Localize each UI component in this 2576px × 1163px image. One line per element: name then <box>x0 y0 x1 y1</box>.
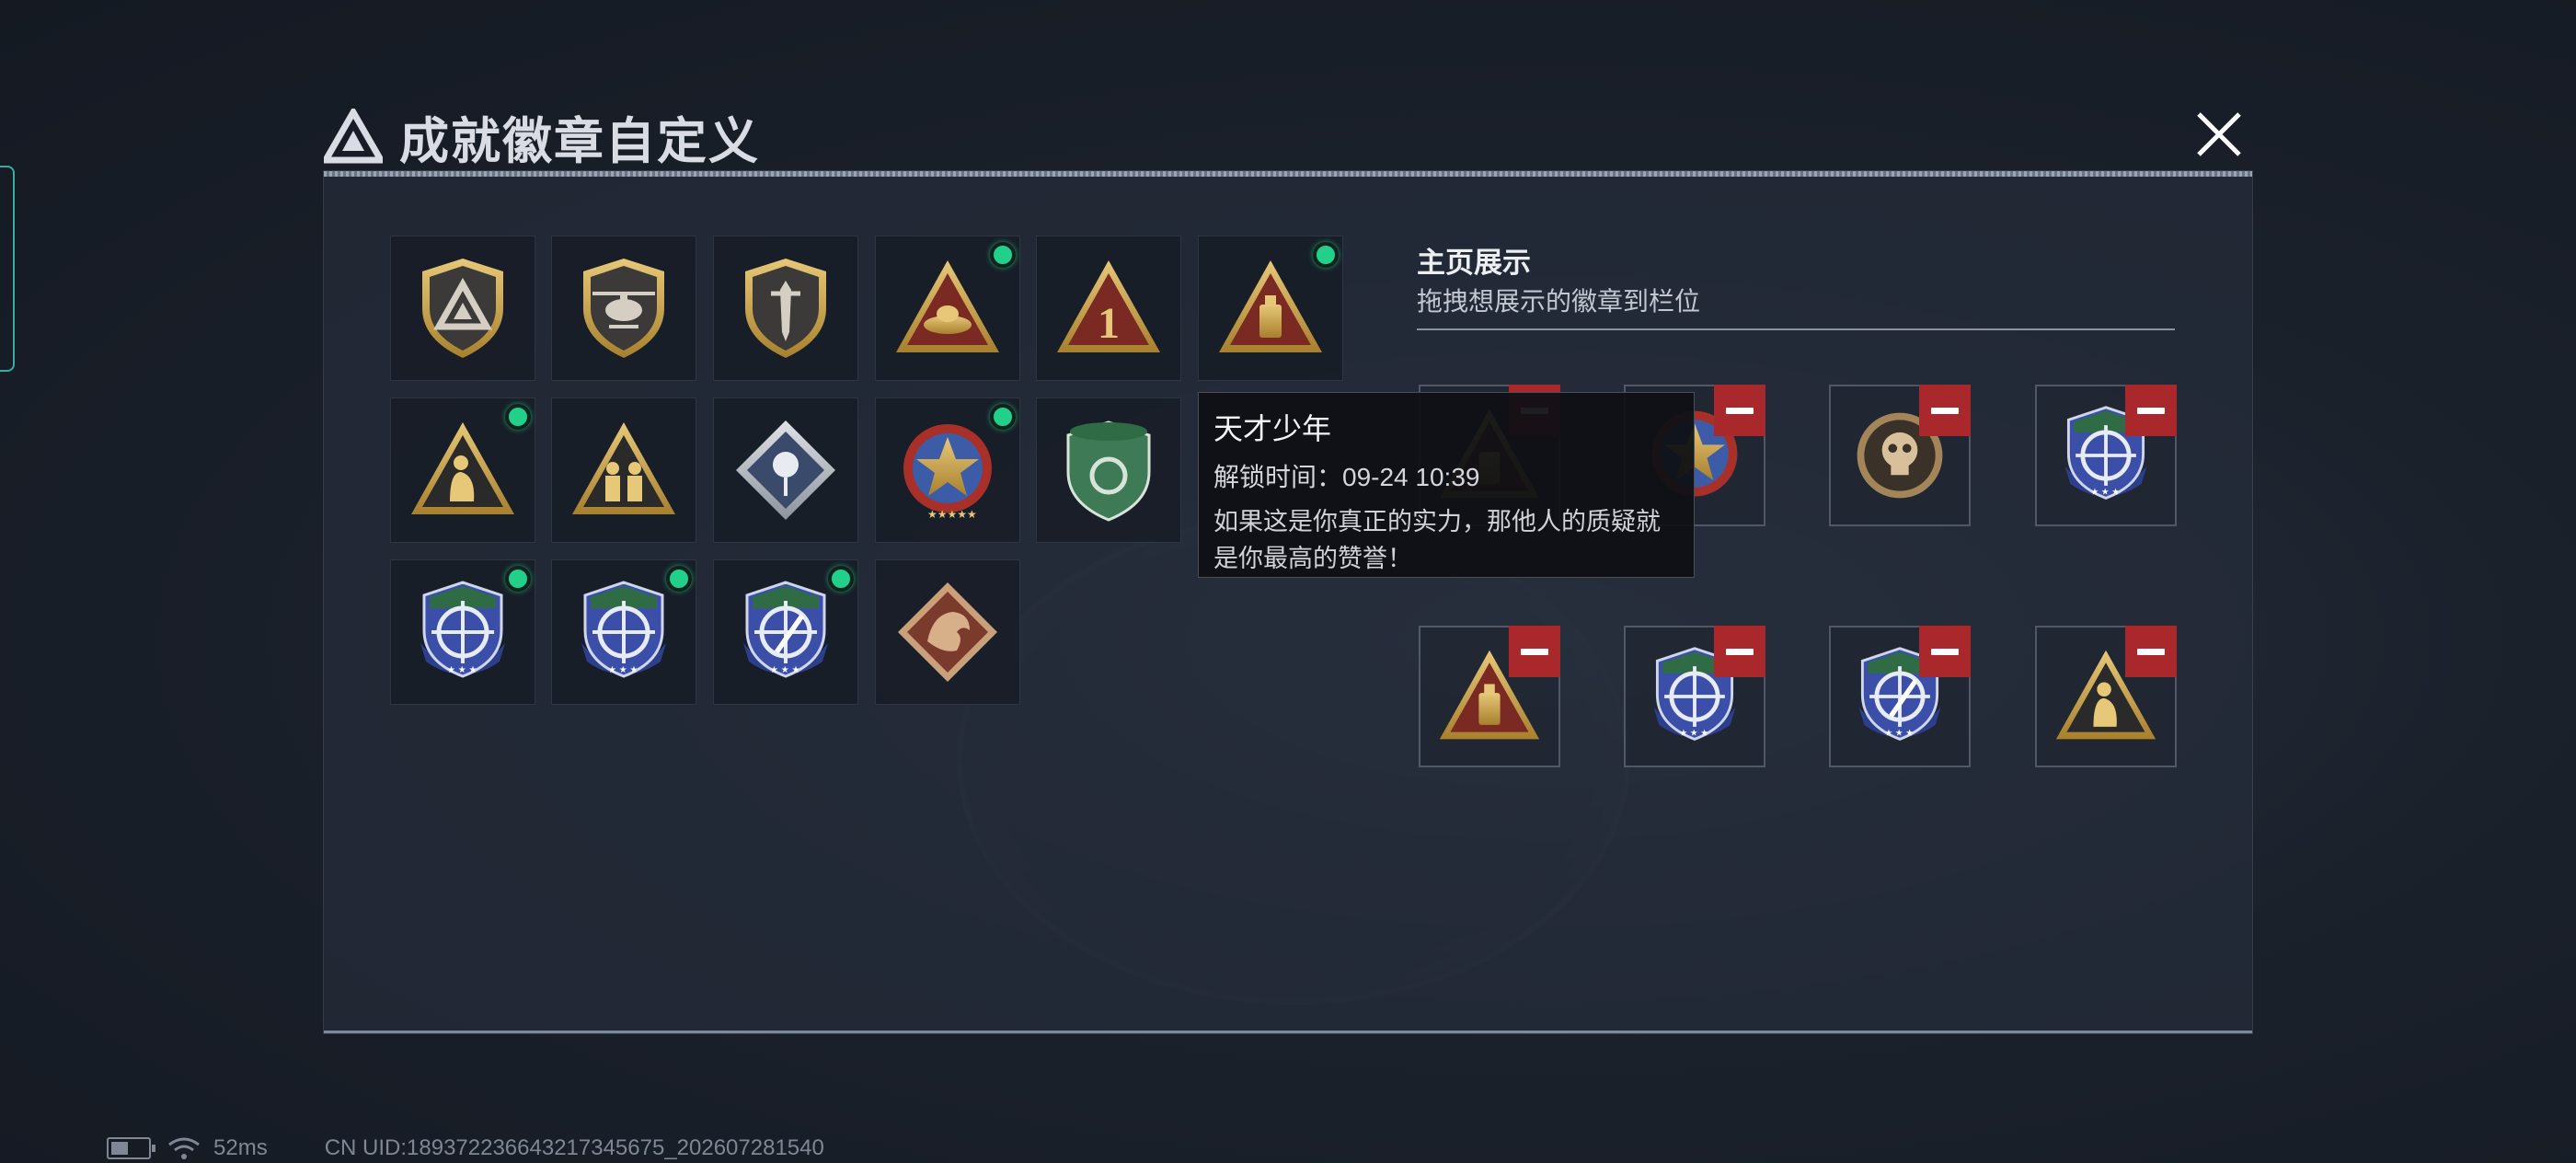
badge-dragon-diamond[interactable] <box>875 559 1020 705</box>
wifi-icon <box>168 1137 200 1159</box>
page-title: 成就徽章自定义 <box>399 113 760 169</box>
showcase-slot-5[interactable] <box>1419 626 1560 767</box>
triangle-logo-icon <box>324 109 383 164</box>
rifle-crosshair-shield-badge-icon <box>569 577 679 687</box>
battery-icon <box>107 1137 155 1159</box>
ping-readout: 52ms <box>213 1135 268 1160</box>
showcase-slot-8[interactable] <box>2035 626 2177 767</box>
showcase-divider <box>1417 328 2175 330</box>
green-shield-badge-icon <box>1066 420 1151 522</box>
badge-sitting-figure-triangle[interactable] <box>390 397 535 543</box>
badge-star-medal[interactable]: ★★★★★ <box>875 397 1020 543</box>
knife-crosshair-shield-badge-icon <box>730 577 841 687</box>
badge-rifle-crosshair-shield[interactable] <box>390 559 535 705</box>
remove-slot-button[interactable] <box>2125 385 2177 436</box>
badge-dagger-shield[interactable] <box>713 236 858 381</box>
badge-tooltip: 天才少年 解锁时间：09-24 10:39 如果这是你真正的实力，那他人的质疑就… <box>1198 392 1695 578</box>
tooltip-unlock-time: 解锁时间：09-24 10:39 <box>1213 463 1480 491</box>
badge-triangle-logo-shield[interactable] <box>390 236 535 381</box>
new-indicator-dot <box>990 242 1016 268</box>
status-bar: 52ms CN UID:189372236643217345675_202607… <box>107 1135 824 1161</box>
svg-text:★★★★★: ★★★★★ <box>927 508 977 521</box>
rose-diamond-badge-icon <box>736 420 835 520</box>
badge-bottle-triangle[interactable] <box>1198 236 1343 381</box>
close-button[interactable] <box>2190 105 2248 164</box>
panel-top-stripe <box>324 171 2252 177</box>
new-indicator-dot <box>1313 242 1339 268</box>
svg-text:1: 1 <box>1098 299 1120 348</box>
showcase-subtitle: 拖拽想展示的徽章到栏位 <box>1417 287 1701 316</box>
triangle-logo-shield-badge-icon <box>408 253 518 363</box>
close-icon <box>2197 112 2241 156</box>
showcase-slot-3[interactable] <box>1829 385 1971 526</box>
remove-slot-button[interactable] <box>1919 385 1971 436</box>
bottle-triangle-badge-icon <box>1215 253 1326 363</box>
new-indicator-dot <box>505 566 531 592</box>
showcase-slot-4[interactable] <box>2035 385 2177 526</box>
new-indicator-dot <box>505 404 531 430</box>
sitting-figure-triangle-badge-icon <box>411 422 514 514</box>
user-uid: CN UID:189372236643217345675_20260728154… <box>324 1135 824 1160</box>
badge-two-figures-triangle[interactable] <box>551 397 696 543</box>
showcase-slot-7[interactable] <box>1829 626 1971 767</box>
star-medal-badge-icon: ★★★★★ <box>903 424 992 521</box>
badge-number-one-triangle[interactable]: 1 <box>1036 236 1181 381</box>
helicopter-shield-badge-icon <box>569 253 679 363</box>
dragon-diamond-badge-icon <box>898 582 997 682</box>
badge-rose-diamond[interactable] <box>713 397 858 543</box>
remove-slot-button[interactable] <box>1714 626 1765 677</box>
badge-rifle-crosshair-shield[interactable] <box>551 559 696 705</box>
number-one-triangle-badge-icon: 1 <box>1053 253 1164 363</box>
badge-knife-crosshair-shield[interactable] <box>713 559 858 705</box>
badge-bird-nest-triangle[interactable] <box>875 236 1020 381</box>
showcase-title: 主页展示 <box>1417 247 1531 279</box>
badge-green-shield[interactable] <box>1036 397 1181 543</box>
bird-nest-triangle-badge-icon <box>892 253 1003 363</box>
page-header: 成就徽章自定义 <box>324 99 760 173</box>
rifle-crosshair-shield-badge-icon <box>408 577 518 687</box>
remove-slot-button[interactable] <box>1509 626 1560 677</box>
remove-slot-button[interactable] <box>1919 626 1971 677</box>
new-indicator-dot <box>828 566 854 592</box>
remove-slot-button[interactable] <box>1714 385 1765 436</box>
new-indicator-dot <box>666 566 692 592</box>
new-indicator-dot <box>990 404 1016 430</box>
badge-helicopter-shield[interactable] <box>551 236 696 381</box>
side-tab-handle[interactable] <box>0 166 15 372</box>
tooltip-description: 如果这是你真正的实力，那他人的质疑就是你最高的赞誉！ <box>1213 508 1661 572</box>
two-figures-triangle-badge-icon <box>572 422 675 514</box>
remove-slot-button[interactable] <box>2125 626 2177 677</box>
showcase-slot-6[interactable] <box>1624 626 1765 767</box>
tooltip-badge-name: 天才少年 <box>1213 412 1332 445</box>
dagger-shield-badge-icon <box>730 253 841 363</box>
